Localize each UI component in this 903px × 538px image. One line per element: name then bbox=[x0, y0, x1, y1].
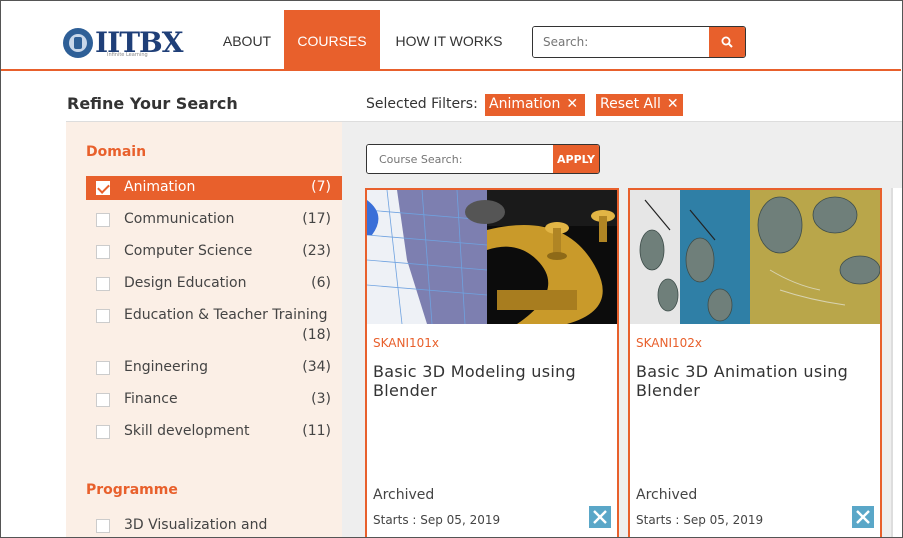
filter-label: Design Education bbox=[124, 275, 247, 291]
filter-count: (7) bbox=[311, 179, 331, 195]
nav-courses[interactable]: COURSES bbox=[284, 10, 380, 71]
course-title[interactable]: Basic 3D Modeling using Blender bbox=[373, 362, 613, 400]
filter-communication[interactable]: Communication (17) bbox=[86, 208, 342, 232]
iitb-emblem-icon bbox=[63, 28, 93, 58]
course-card[interactable]: SKANI101x Basic 3D Modeling using Blende… bbox=[365, 188, 619, 538]
course-start-date: Starts : Sep 05, 2019 bbox=[373, 513, 501, 527]
checkbox-icon[interactable] bbox=[96, 393, 110, 407]
course-status: Archived bbox=[636, 487, 698, 503]
course-status: Archived bbox=[373, 487, 435, 503]
filter-label: Education & Teacher Training bbox=[124, 307, 328, 323]
selected-filters-label: Selected Filters: bbox=[366, 96, 478, 112]
filter-count: (3) bbox=[311, 391, 331, 407]
nav-about[interactable]: ABOUT bbox=[211, 10, 283, 71]
filter-skill-development[interactable]: Skill development (11) bbox=[86, 420, 342, 444]
checkbox-checked-icon[interactable] bbox=[96, 181, 110, 195]
checkbox-icon[interactable] bbox=[96, 213, 110, 227]
filter-label: Finance bbox=[124, 391, 178, 407]
course-code: SKANI102x bbox=[636, 336, 703, 350]
course-card[interactable]: SKANI102x Basic 3D Animation using Blend… bbox=[628, 188, 882, 538]
tools-icon bbox=[589, 506, 611, 528]
course-start-date: Starts : Sep 05, 2019 bbox=[636, 513, 764, 527]
course-search: APPLY bbox=[366, 144, 600, 174]
site-search-button[interactable] bbox=[709, 27, 745, 57]
tools-icon bbox=[852, 506, 874, 528]
nav-how-it-works[interactable]: HOW IT WORKS bbox=[381, 10, 517, 71]
filter-count: (6) bbox=[311, 275, 331, 291]
filter-label: Communication bbox=[124, 211, 235, 227]
site-header: IITBX Infinite Learning ABOUT COURSES HO… bbox=[1, 1, 901, 71]
checkbox-icon[interactable] bbox=[96, 425, 110, 439]
filter-design-education[interactable]: Design Education (6) bbox=[86, 272, 342, 296]
filter-count: (23) bbox=[302, 243, 331, 259]
selected-filters-bar: Selected Filters: Animation ✕ Reset All ✕ bbox=[342, 72, 902, 122]
checkbox-icon[interactable] bbox=[96, 245, 110, 259]
course-title[interactable]: Basic 3D Animation using Blender bbox=[636, 362, 876, 400]
programme-section-title: Programme bbox=[86, 482, 178, 498]
reset-all-chip[interactable]: Reset All ✕ bbox=[596, 94, 683, 116]
filter-count: (34) bbox=[302, 359, 331, 375]
refine-sidebar: Refine Your Search Domain Animation (7) … bbox=[66, 72, 342, 538]
apply-button[interactable]: APPLY bbox=[553, 145, 599, 173]
checkbox-icon[interactable] bbox=[96, 277, 110, 291]
chip-label: Animation bbox=[489, 96, 561, 112]
filter-3d-visualization[interactable]: 3D Visualization and bbox=[86, 514, 342, 538]
filter-chip-animation[interactable]: Animation ✕ bbox=[485, 94, 585, 116]
course-search-input[interactable] bbox=[367, 145, 553, 173]
filter-animation[interactable]: Animation (7) bbox=[86, 176, 342, 200]
course-results: APPLY bbox=[342, 122, 902, 538]
chip-label: Reset All bbox=[600, 96, 661, 112]
checkbox-icon[interactable] bbox=[96, 519, 110, 533]
filter-finance[interactable]: Finance (3) bbox=[86, 388, 342, 412]
site-search-input[interactable] bbox=[533, 27, 709, 57]
domain-section-title: Domain bbox=[86, 144, 147, 160]
filter-count: (18) bbox=[302, 327, 331, 343]
close-icon[interactable]: ✕ bbox=[566, 96, 578, 112]
filter-education-teacher-training[interactable]: Education & Teacher Training (18) bbox=[86, 304, 342, 348]
course-thumbnail[interactable] bbox=[630, 190, 880, 324]
search-icon bbox=[721, 36, 733, 48]
site-search bbox=[532, 26, 746, 58]
filter-count: (17) bbox=[302, 211, 331, 227]
filter-label: Animation bbox=[124, 179, 196, 195]
course-code: SKANI101x bbox=[373, 336, 440, 350]
filter-label: Engineering bbox=[124, 359, 208, 375]
filter-label: Computer Science bbox=[124, 243, 253, 259]
sidebar-title: Refine Your Search bbox=[66, 72, 342, 122]
iitbx-logo[interactable]: IITBX Infinite Learning bbox=[63, 25, 183, 61]
course-thumbnail[interactable] bbox=[367, 190, 617, 324]
filter-computer-science[interactable]: Computer Science (23) bbox=[86, 240, 342, 264]
course-card-partial[interactable] bbox=[891, 188, 902, 538]
filter-count: (11) bbox=[302, 423, 331, 439]
filter-engineering[interactable]: Engineering (34) bbox=[86, 356, 342, 380]
close-icon[interactable]: ✕ bbox=[667, 96, 679, 112]
checkbox-icon[interactable] bbox=[96, 309, 110, 323]
filter-label: Skill development bbox=[124, 423, 250, 439]
checkbox-icon[interactable] bbox=[96, 361, 110, 375]
logo-tagline: Infinite Learning bbox=[107, 52, 148, 58]
filter-label: 3D Visualization and bbox=[124, 517, 268, 533]
